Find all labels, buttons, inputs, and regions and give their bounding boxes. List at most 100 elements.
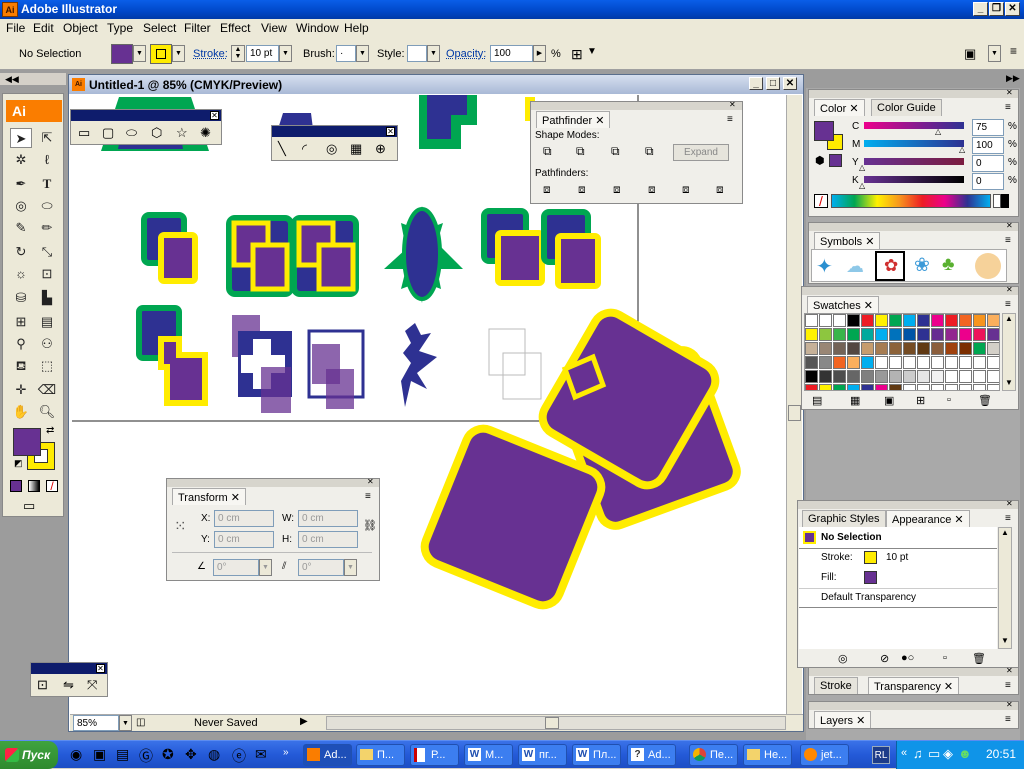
swatches-grid[interactable]: [804, 313, 1000, 391]
swatch-cell[interactable]: [987, 314, 1000, 327]
tab-swatches[interactable]: Swatches ✕: [807, 296, 879, 313]
swatch-cell[interactable]: [805, 370, 818, 383]
swatch-cell[interactable]: [917, 328, 930, 341]
quicklaunch-ie-icon[interactable]: ⓔ: [232, 746, 246, 766]
fill-color-swatch[interactable]: [111, 44, 133, 64]
swatch-cell[interactable]: [973, 342, 986, 355]
swatch-options-icon[interactable]: ▣: [884, 394, 894, 407]
dock-collapse-arrows[interactable]: ▶▶: [1006, 73, 1022, 85]
magic-wand-tool-icon[interactable]: ✲: [10, 150, 32, 170]
swatch-cell[interactable]: [861, 370, 874, 383]
symbols-menu-icon[interactable]: ≡: [1005, 235, 1011, 246]
menu-window[interactable]: Window: [296, 21, 339, 35]
zoom-tool-icon[interactable]: 🔍︎: [36, 402, 58, 422]
intersect-icon[interactable]: ⧉: [611, 144, 620, 159]
flare-tool-icon[interactable]: ✺: [200, 125, 211, 141]
tray-app-icon[interactable]: ☻: [958, 746, 972, 761]
swatch-cell[interactable]: [889, 328, 902, 341]
swap-colors-icon[interactable]: ⇄: [46, 425, 54, 436]
tab-appearance[interactable]: Appearance ✕: [886, 510, 970, 527]
swatch-cell[interactable]: [945, 356, 958, 369]
graph-tool-icon[interactable]: ▙: [36, 288, 58, 308]
menu-filter[interactable]: Filter: [184, 21, 211, 35]
swatch-cell[interactable]: [819, 384, 832, 391]
merge-icon[interactable]: ⧈: [613, 182, 621, 197]
swatch-cell[interactable]: [959, 370, 972, 383]
polygon-tool-icon[interactable]: ⬡: [151, 125, 162, 141]
warp-tool-icon[interactable]: ☼: [10, 264, 32, 284]
tab-color[interactable]: Color ✕: [814, 99, 865, 116]
rotate-tool-icon[interactable]: ↻: [10, 242, 32, 262]
swatch-cell[interactable]: [805, 314, 818, 327]
isolate-mode-icon[interactable]: ⊞: [571, 46, 583, 63]
task-word-1[interactable]: W М...: [464, 744, 513, 766]
reflect-tool-icon[interactable]: ⇋: [63, 677, 74, 693]
swatch-cell[interactable]: [805, 356, 818, 369]
swatch-cell[interactable]: [903, 384, 916, 391]
shape-tearoff-close[interactable]: ✕: [210, 111, 219, 120]
tab-color-guide[interactable]: Color Guide: [871, 99, 942, 116]
swatch-cell[interactable]: [917, 314, 930, 327]
swatch-cell[interactable]: [819, 328, 832, 341]
bridge-icon[interactable]: ▣: [964, 46, 976, 62]
c-input[interactable]: 75: [972, 119, 1004, 136]
fill-dropdown-arrow[interactable]: ▼: [133, 45, 146, 62]
live-paint-selection-tool-icon[interactable]: ⬚: [36, 356, 58, 376]
gradient-mode-icon[interactable]: [28, 480, 40, 492]
color-menu-icon[interactable]: ≡: [1005, 102, 1011, 113]
polar-grid-tool-icon[interactable]: ⊕: [375, 141, 386, 157]
swatch-cell[interactable]: [959, 314, 972, 327]
opacity-label[interactable]: Opacity:: [446, 48, 486, 60]
expand-button[interactable]: Expand: [673, 144, 729, 161]
style-field[interactable]: [407, 45, 427, 62]
duplicate-item-icon[interactable]: ▫: [943, 652, 947, 664]
exclude-icon[interactable]: ⧉: [645, 144, 654, 159]
eyedropper-tool-icon[interactable]: ⚲: [10, 334, 32, 354]
tab-layers[interactable]: Layers ✕: [814, 711, 871, 728]
start-button[interactable]: Пуск: [0, 741, 58, 769]
task-pdf[interactable]: Р...: [410, 744, 459, 766]
rotate-angle-input[interactable]: 0°: [213, 559, 259, 576]
shear-tool-icon[interactable]: ⤧: [87, 677, 97, 693]
swatch-cell[interactable]: [833, 328, 846, 341]
swatch-cell[interactable]: [861, 342, 874, 355]
live-paint-tool-icon[interactable]: ⛾: [10, 356, 32, 376]
swatch-cell[interactable]: [945, 384, 958, 391]
panel-menu-icon[interactable]: ≡: [1010, 44, 1017, 58]
doc-minimize-button[interactable]: _: [749, 77, 763, 90]
white-swatch[interactable]: [993, 194, 1001, 208]
swatch-cell[interactable]: [987, 328, 1000, 341]
delete-item-icon[interactable]: 🗑︎: [972, 652, 986, 665]
swatch-cell[interactable]: [987, 342, 1000, 355]
quicklaunch-chrome-icon[interactable]: ◉: [70, 746, 82, 763]
hand-tool-icon[interactable]: ✋: [10, 402, 32, 422]
swatches-panel-close[interactable]: ✕: [1006, 285, 1013, 294]
task-chrome[interactable]: Пе...: [689, 744, 738, 766]
color-panel-close[interactable]: ✕: [1006, 88, 1013, 97]
direct-selection-tool-icon[interactable]: ⇱: [36, 128, 58, 148]
appearance-panel-close[interactable]: ✕: [1006, 499, 1013, 508]
gamut-swatch[interactable]: [829, 154, 842, 167]
stroke-weight-dropdown[interactable]: ▼: [279, 45, 292, 62]
type-tool-icon[interactable]: T: [36, 174, 58, 194]
appearance-new-art-icon[interactable]: ◎: [838, 652, 848, 665]
shear-angle-dropdown[interactable]: ▼: [344, 559, 357, 576]
selection-tool-icon[interactable]: ➤: [10, 128, 32, 148]
transform-tearoff-close[interactable]: ✕: [96, 664, 105, 673]
doc-close-button[interactable]: ✕: [783, 77, 797, 90]
swatch-cell[interactable]: [861, 356, 874, 369]
horizontal-scrollbar[interactable]: [326, 716, 786, 730]
minimize-button[interactable]: _: [973, 2, 988, 16]
swatch-cell[interactable]: [945, 370, 958, 383]
tray-expand-icon[interactable]: «: [901, 747, 907, 759]
swatch-cell[interactable]: [847, 370, 860, 383]
swatch-cell[interactable]: [833, 314, 846, 327]
transform-menu-icon[interactable]: ≡: [365, 491, 371, 502]
stroke-label[interactable]: Stroke:: [193, 48, 228, 60]
doc-maximize-button[interactable]: □: [766, 77, 780, 90]
swatch-cell[interactable]: [805, 342, 818, 355]
m-input[interactable]: 100: [972, 137, 1004, 154]
task-folder-2[interactable]: Не...: [743, 744, 792, 766]
reduce-basic-icon[interactable]: ●○: [901, 652, 914, 664]
swatch-cell[interactable]: [819, 370, 832, 383]
